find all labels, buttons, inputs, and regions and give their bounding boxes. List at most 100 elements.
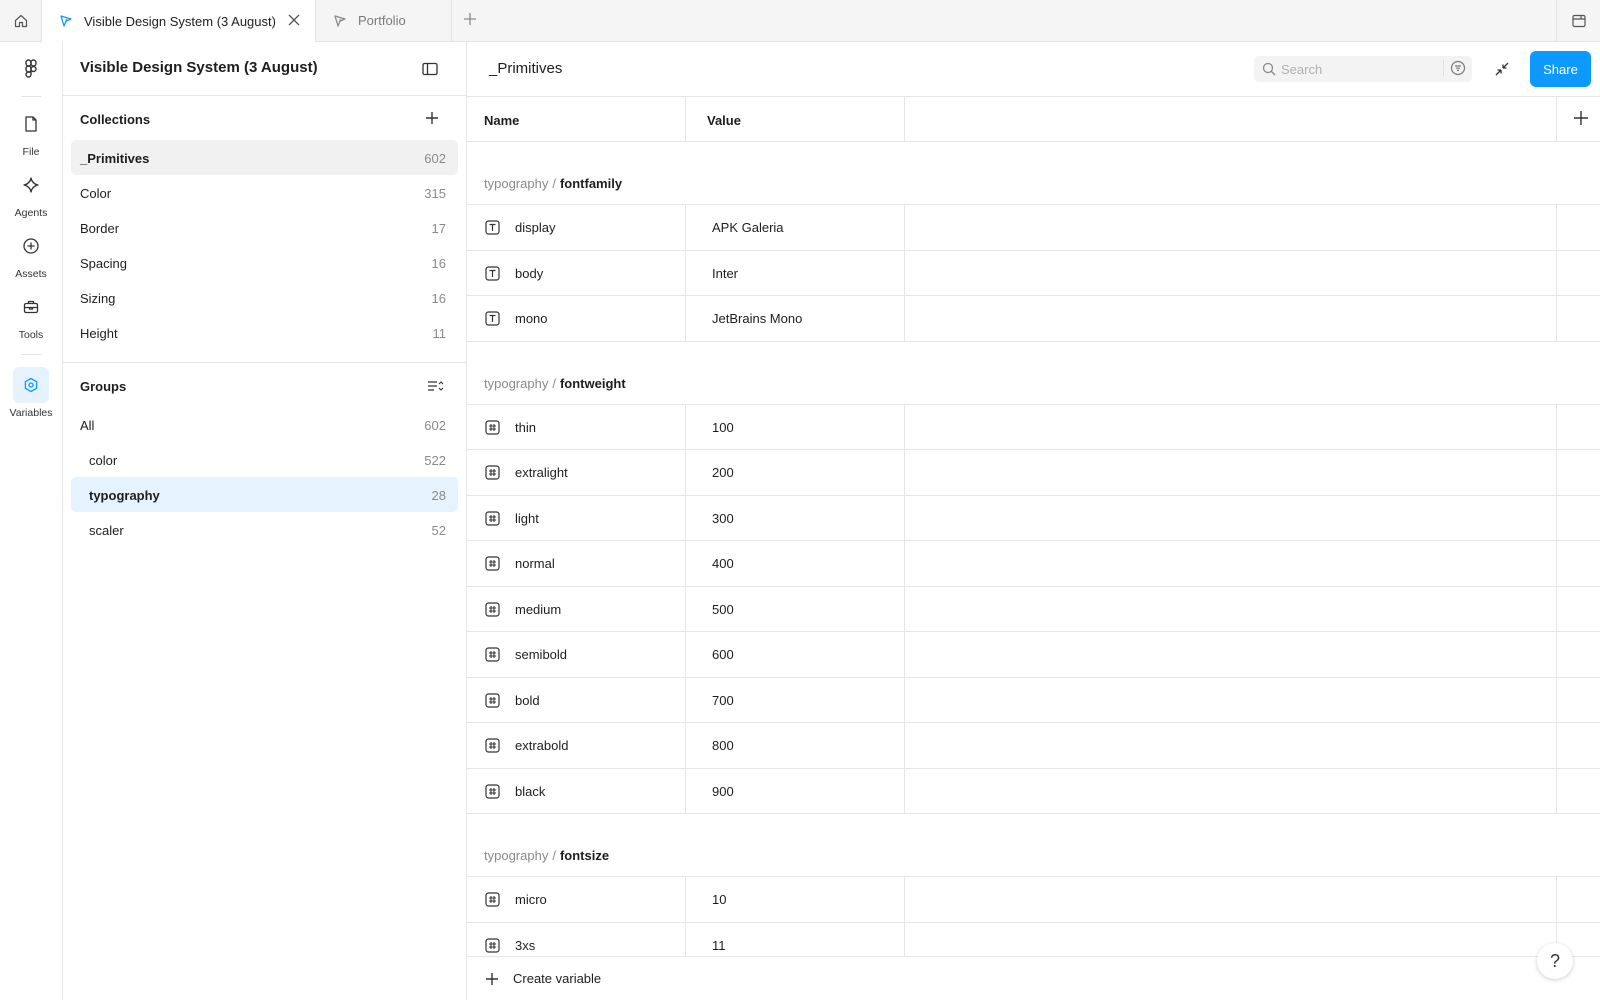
- number-type-icon: [485, 465, 500, 480]
- table-row[interactable]: thin 100: [467, 404, 1600, 450]
- groups-title: Groups: [80, 379, 127, 394]
- collection-item-primitives[interactable]: _Primitives 602: [71, 140, 458, 175]
- variable-value[interactable]: JetBrains Mono: [712, 311, 802, 326]
- filter-icon[interactable]: [1443, 60, 1466, 76]
- toolbox-icon: [13, 289, 49, 325]
- variable-name: extrabold: [515, 738, 569, 753]
- variable-name: light: [515, 510, 539, 526]
- table-row[interactable]: display APK Galeria: [467, 205, 1600, 251]
- tab-visible-design-system[interactable]: Visible Design System (3 August): [42, 0, 316, 42]
- collection-item-color[interactable]: Color 315: [71, 175, 458, 210]
- number-type-icon: [485, 556, 500, 571]
- group-heading-fontfamily: typography / fontfamily: [467, 142, 1600, 205]
- collection-label: Spacing: [80, 256, 127, 271]
- collection-item-border[interactable]: Border 17: [71, 210, 458, 245]
- table-row[interactable]: normal 400: [467, 541, 1600, 587]
- table-row[interactable]: mono JetBrains Mono: [467, 296, 1600, 342]
- help-button[interactable]: ?: [1537, 943, 1573, 979]
- table-row[interactable]: 3xs 11: [467, 922, 1600, 956]
- toggle-sidebar-icon[interactable]: [421, 60, 439, 78]
- group-item-all[interactable]: All 602: [71, 407, 458, 442]
- add-collection-plus-icon[interactable]: [424, 110, 440, 126]
- group-heading-fontsize: typography / fontsize: [467, 814, 1600, 877]
- table-row[interactable]: medium 500: [467, 586, 1600, 632]
- share-button[interactable]: Share: [1530, 51, 1591, 87]
- variable-value[interactable]: 800: [712, 738, 734, 753]
- groups-header: Groups: [63, 363, 466, 407]
- group-item-typography[interactable]: typography 28: [71, 477, 458, 512]
- group-label: color: [89, 453, 118, 468]
- variable-value[interactable]: 900: [712, 784, 734, 799]
- variable-value[interactable]: 600: [712, 647, 734, 662]
- group-name: fontsize: [559, 848, 610, 863]
- rail-item-variables[interactable]: Variables: [0, 367, 62, 419]
- create-variable-button[interactable]: Create variable: [467, 956, 1600, 1000]
- tab-portfolio[interactable]: Portfolio: [316, 0, 452, 41]
- variable-value[interactable]: 200: [712, 465, 734, 480]
- new-tab-plus-icon[interactable]: [462, 11, 478, 27]
- collection-item-sizing[interactable]: Sizing 16: [71, 280, 458, 315]
- variable-value[interactable]: 11: [712, 938, 726, 953]
- variable-name: 3xs: [515, 937, 536, 953]
- variable-value[interactable]: 500: [712, 602, 734, 617]
- table-row[interactable]: bold 700: [467, 677, 1600, 723]
- home-button[interactable]: [0, 0, 42, 41]
- left-rail: File Agents Assets Tools Variables: [0, 42, 63, 1000]
- group-item-scaler[interactable]: scaler 52: [71, 512, 458, 547]
- number-type-icon: [485, 419, 500, 435]
- side-panel: Visible Design System (3 August) Collect…: [63, 42, 467, 1000]
- collection-item-height[interactable]: Height 11: [71, 315, 458, 350]
- table-row[interactable]: extrabold 800: [467, 723, 1600, 769]
- plus-icon: [484, 971, 500, 987]
- variable-value[interactable]: 300: [712, 511, 734, 526]
- window-button[interactable]: [1556, 0, 1600, 41]
- window-icon: [1571, 13, 1587, 29]
- variable-value[interactable]: 700: [712, 693, 734, 708]
- table-row[interactable]: semibold 600: [467, 632, 1600, 678]
- figma-logo-icon[interactable]: [20, 58, 42, 80]
- variable-value[interactable]: 100: [712, 420, 734, 435]
- text-type-icon: [485, 220, 500, 235]
- rail-label: File: [22, 146, 40, 158]
- rail-item-file[interactable]: File: [0, 106, 62, 158]
- rail-label: Tools: [18, 329, 44, 341]
- variable-name: medium: [515, 601, 562, 617]
- group-parent: typography: [484, 375, 549, 391]
- variable-name: bold: [515, 692, 540, 708]
- table-row[interactable]: black 900: [467, 768, 1600, 814]
- collection-label: _Primitives: [80, 151, 150, 166]
- search-input[interactable]: Search: [1254, 56, 1472, 82]
- sort-list-icon[interactable]: [426, 378, 444, 394]
- rail-label: Assets: [15, 268, 47, 280]
- close-icon[interactable]: [287, 13, 301, 27]
- rail-item-tools[interactable]: Tools: [0, 289, 62, 341]
- number-type-icon: [485, 510, 500, 526]
- number-type-icon: [485, 783, 500, 799]
- search-icon: [1262, 62, 1276, 76]
- collapse-icon[interactable]: [1493, 60, 1511, 78]
- tab-bar: Visible Design System (3 August) Portfol…: [0, 0, 1600, 42]
- table-row[interactable]: light 300: [467, 495, 1600, 541]
- rail-item-agents[interactable]: Agents: [0, 167, 62, 219]
- table-row[interactable]: micro 10: [467, 877, 1600, 923]
- collection-label: Color: [80, 186, 112, 201]
- rail-label: Variables: [9, 407, 53, 419]
- variable-value[interactable]: APK Galeria: [712, 220, 784, 235]
- variable-name: display: [515, 220, 556, 235]
- design-file-icon: [58, 13, 74, 29]
- file-title: Visible Design System (3 August): [80, 59, 318, 76]
- table-row[interactable]: body Inter: [467, 250, 1600, 296]
- collection-label: Border: [80, 221, 120, 236]
- group-label: scaler: [89, 523, 124, 538]
- table-row[interactable]: extralight 200: [467, 450, 1600, 496]
- variable-value[interactable]: Inter: [712, 266, 738, 281]
- add-mode-plus-icon[interactable]: [1572, 109, 1590, 127]
- collection-count: 17: [431, 221, 446, 236]
- variable-value[interactable]: 400: [712, 556, 734, 571]
- collection-item-spacing[interactable]: Spacing 16: [71, 245, 458, 280]
- column-header-name: Name: [484, 113, 520, 128]
- group-item-color[interactable]: color 522: [71, 442, 458, 477]
- rail-item-assets[interactable]: Assets: [0, 228, 62, 280]
- number-type-icon: [485, 647, 500, 662]
- variable-value[interactable]: 10: [712, 892, 726, 907]
